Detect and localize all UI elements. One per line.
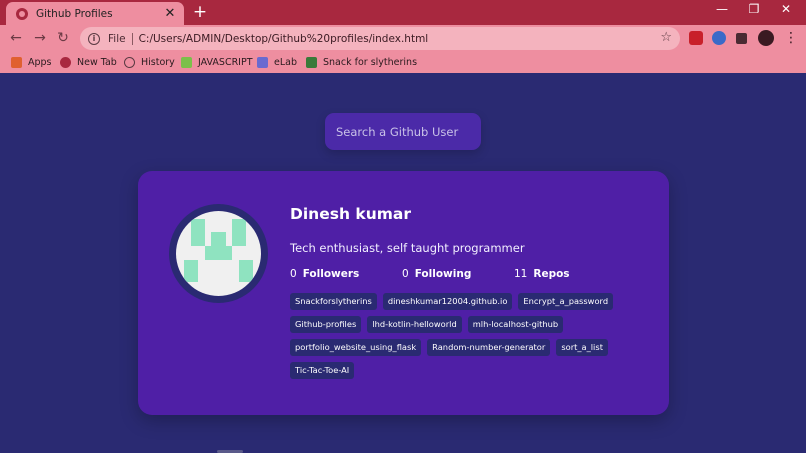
new-tab-button[interactable]: + — [191, 3, 209, 21]
new-tab-icon — [60, 57, 71, 68]
bookmark-label: JAVASCRIPT — [198, 57, 253, 68]
repo-tag[interactable]: portfolio_website_using_flask — [290, 339, 422, 356]
repo-tag[interactable]: sort_a_list — [556, 339, 608, 356]
profile-avatar-icon[interactable] — [758, 30, 774, 46]
browser-tab[interactable]: Github Profiles ✕ — [6, 2, 184, 25]
address-url[interactable]: C:/Users/ADMIN/Desktop/Github%20profiles… — [139, 33, 429, 45]
bookmark-new-tab[interactable]: New Tab — [60, 55, 117, 70]
bookmarks-bar: Apps New Tab History JAVASCRIPT eLab Sna… — [0, 52, 806, 73]
reload-button[interactable]: ↻ — [54, 29, 72, 47]
avatar-frame — [169, 204, 268, 303]
repo-tag[interactable]: lhd-kotlin-helloworld — [367, 316, 462, 333]
repo-tag[interactable]: Tic-Tac-Toe-AI — [290, 362, 355, 379]
repo-tag[interactable]: Encrypt_a_password — [518, 293, 614, 310]
repo-tag[interactable]: mlh-localhost-github — [467, 316, 564, 333]
maximize-button[interactable]: ❐ — [745, 2, 763, 16]
bookmark-javascript[interactable]: JAVASCRIPT — [181, 55, 253, 70]
repo-tag[interactable]: dineshkumar12004.github.io — [382, 293, 513, 310]
snake-icon — [306, 57, 317, 68]
followers-stat: 0 Followers — [290, 268, 359, 280]
repo-list: Snackforslytherins dineshkumar12004.gith… — [290, 293, 630, 385]
address-bar[interactable]: i File C:/Users/ADMIN/Desktop/Github%20p… — [80, 27, 680, 50]
bookmark-label: eLab — [274, 57, 297, 68]
browser-toolbar: ← → ↻ i File C:/Users/ADMIN/Desktop/Gith… — [0, 25, 806, 52]
profile-name: Dinesh kumar — [290, 205, 411, 223]
close-window-button[interactable]: ✕ — [777, 2, 795, 16]
favicon-icon — [16, 7, 28, 20]
bookmark-label: New Tab — [77, 57, 117, 68]
history-icon — [124, 57, 135, 68]
javascript-icon — [181, 57, 192, 68]
bookmark-history[interactable]: History — [124, 55, 175, 70]
info-icon[interactable]: i — [88, 32, 100, 45]
profile-bio: Tech enthusiast, self taught programmer — [290, 241, 525, 255]
back-button[interactable]: ← — [7, 29, 25, 47]
search-placeholder: Search a Github User — [336, 124, 459, 139]
identicon-icon — [184, 219, 253, 282]
following-label: Following — [414, 268, 472, 280]
address-separator — [131, 32, 133, 45]
bookmark-elab[interactable]: eLab — [257, 55, 297, 70]
ublock-extension-icon[interactable] — [689, 31, 703, 45]
repos-stat: 11 Repos — [514, 268, 570, 280]
repos-count: 11 — [514, 268, 528, 280]
elab-icon — [257, 57, 268, 68]
extension-icon[interactable] — [712, 31, 726, 45]
bookmark-star-icon[interactable]: ☆ — [660, 30, 672, 45]
bookmark-apps[interactable]: Apps — [11, 55, 52, 70]
repo-tag[interactable]: Snackforslytherins — [290, 293, 377, 310]
bookmark-label: Snack for slytherins — [323, 57, 418, 68]
avatar — [176, 211, 261, 296]
puzzle-extensions-icon[interactable] — [736, 33, 747, 44]
search-input[interactable]: Search a Github User — [325, 113, 481, 150]
followers-count: 0 — [290, 268, 297, 280]
forward-button[interactable]: → — [31, 29, 49, 47]
repo-tag[interactable]: Github-profiles — [290, 316, 362, 333]
tab-title: Github Profiles — [36, 7, 113, 20]
bookmark-label: Apps — [28, 57, 52, 68]
bookmark-snack-for-slytherins[interactable]: Snack for slytherins — [306, 55, 417, 70]
browser-menu-icon[interactable]: ⋮ — [782, 29, 800, 47]
bookmark-label: History — [141, 57, 175, 68]
following-count: 0 — [402, 268, 409, 280]
profile-card: Dinesh kumar Tech enthusiast, self taugh… — [138, 171, 669, 415]
followers-label: Followers — [302, 268, 360, 280]
tab-close-icon[interactable]: ✕ — [162, 6, 178, 21]
repos-label: Repos — [533, 268, 570, 280]
minimize-button[interactable]: — — [713, 2, 731, 16]
apps-grid-icon — [11, 57, 22, 68]
repo-tag[interactable]: Random-number-generator — [427, 339, 551, 356]
following-stat: 0 Following — [402, 268, 471, 280]
browser-tabstrip: Github Profiles ✕ + — ❐ ✕ — [0, 0, 806, 25]
address-scheme: File — [108, 32, 126, 45]
